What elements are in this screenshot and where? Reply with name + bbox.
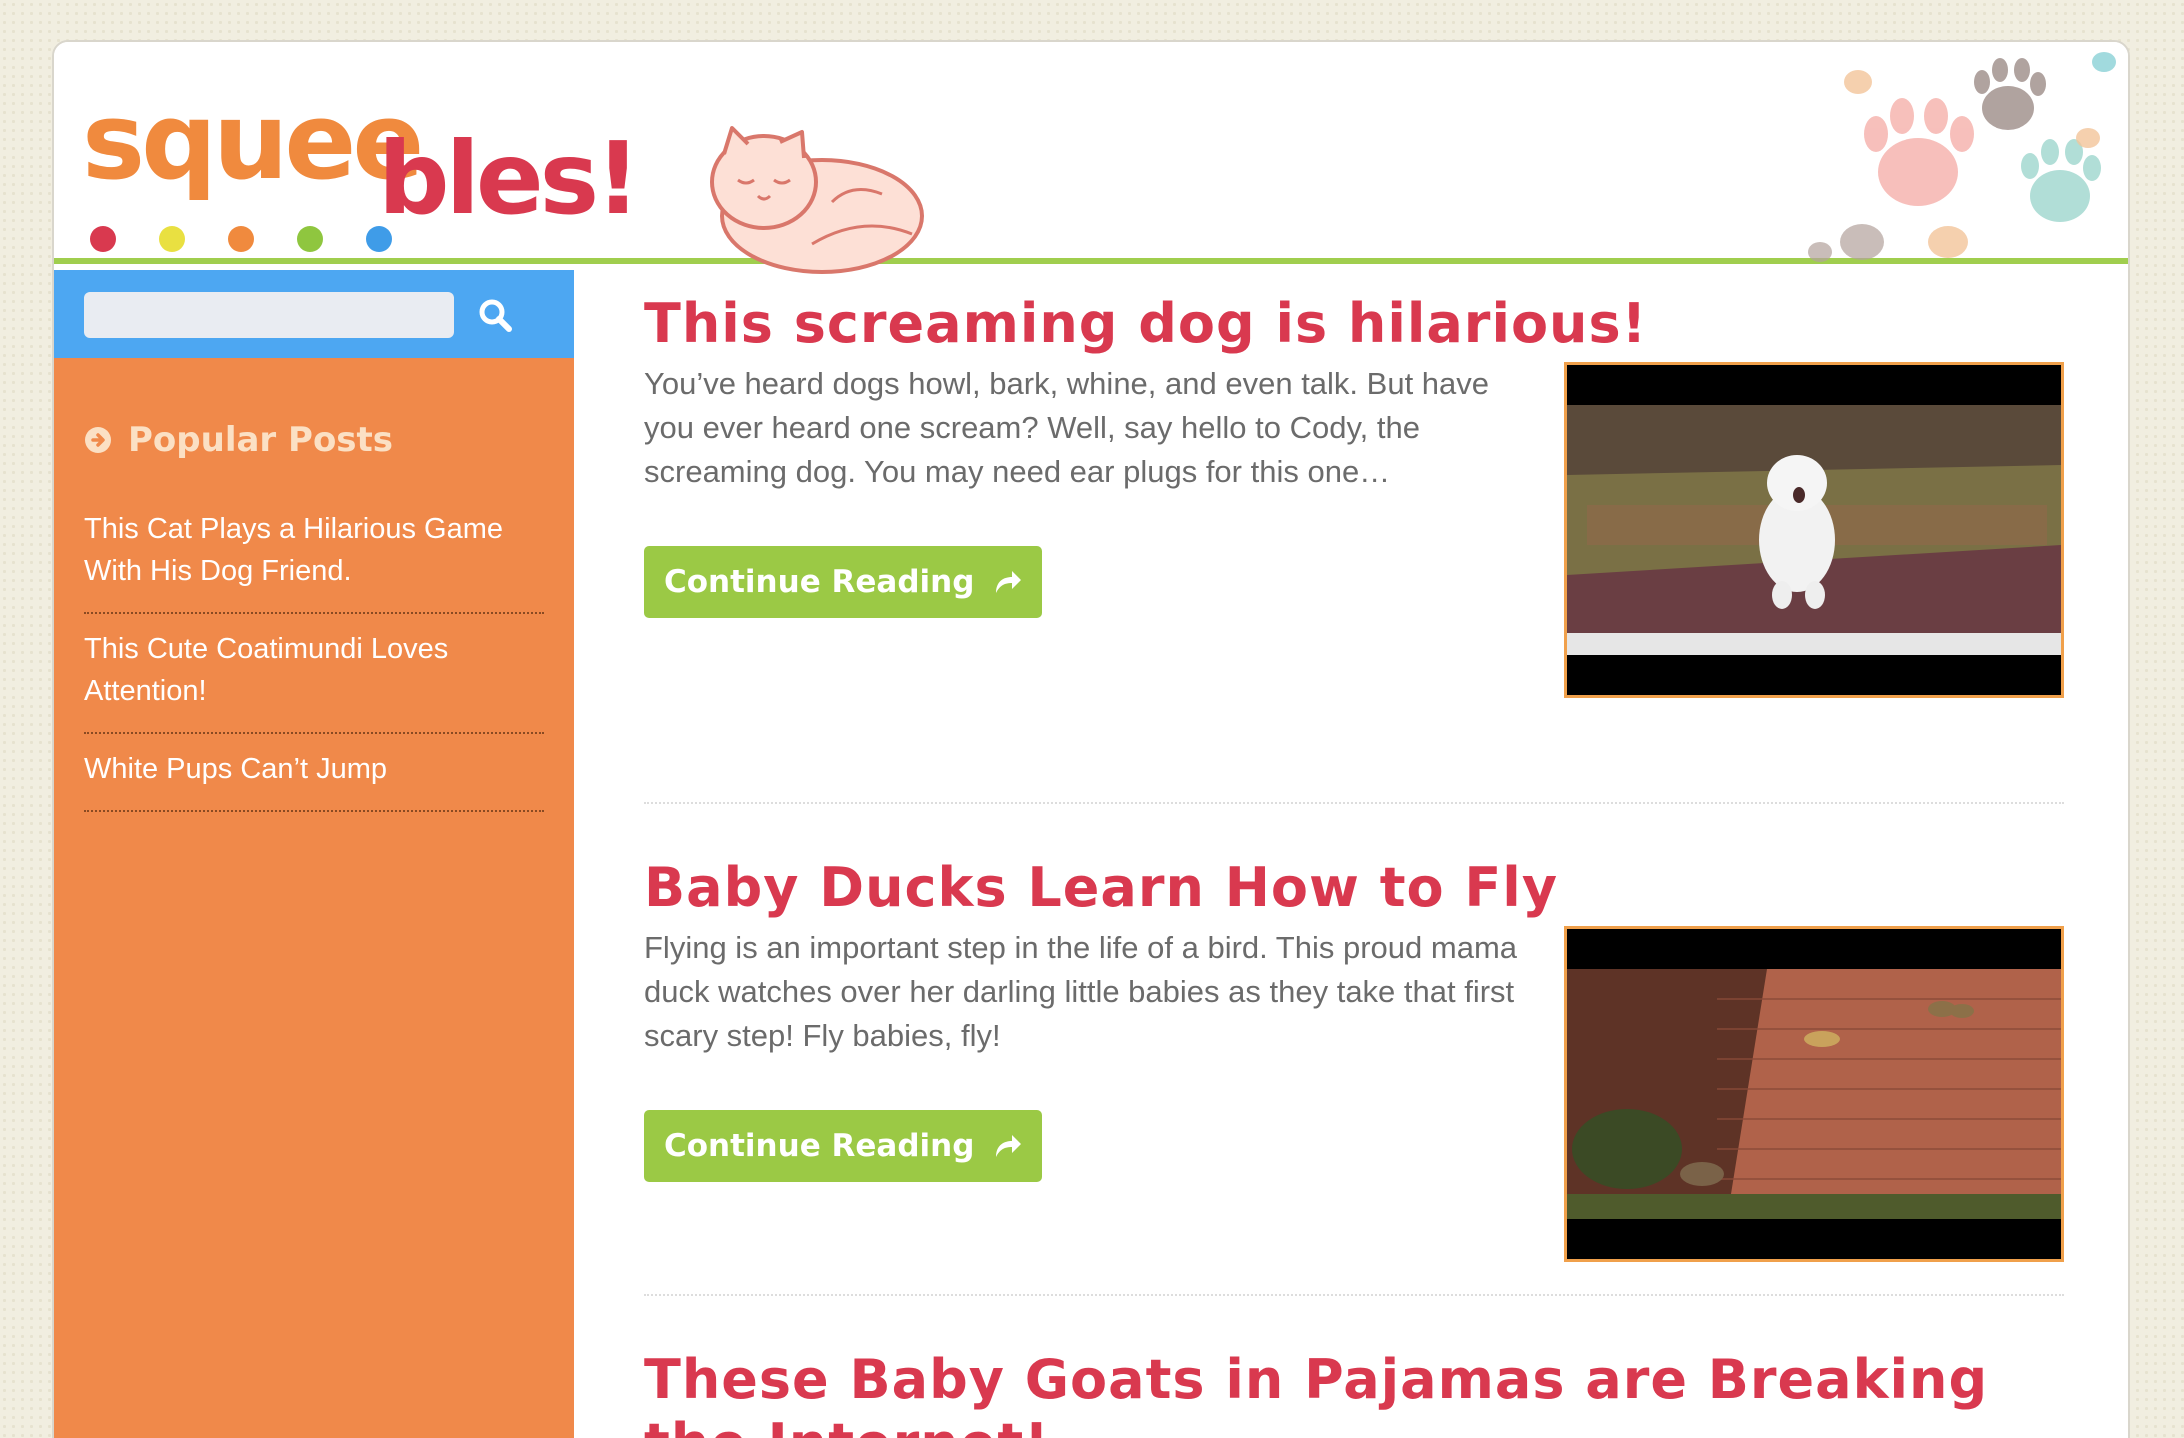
logo-text-bles: bles! [378,120,641,237]
search-button[interactable] [470,292,520,338]
popular-post-link[interactable]: This Cat Plays a Hilarious Game With His… [84,513,503,587]
post-body: Flying is an important step in the life … [644,926,2064,1262]
continue-reading-label: Continue Reading [664,1128,975,1164]
continue-reading-button[interactable]: Continue Reading [644,546,1042,618]
logo-dot [228,226,254,252]
post-item: These Baby Goats in Pajamas are Breaking… [644,1296,2064,1438]
continue-reading-button[interactable]: Continue Reading [644,1110,1042,1182]
search-icon [479,299,512,332]
ducks-video-image [1567,969,2061,1219]
logo-dot [297,226,323,252]
logo-dot [90,226,116,252]
share-arrow-icon [996,571,1021,593]
share-arrow-icon [996,1135,1021,1157]
popular-posts-widget: Popular Posts This Cat Plays a Hilarious… [54,358,574,812]
arrow-circle-right-icon [85,427,111,453]
continue-reading-label: Continue Reading [664,564,975,600]
post-item: Baby Ducks Learn How to Fly Flying is an… [644,804,2064,1296]
post-title[interactable]: Baby Ducks Learn How to Fly [644,856,2064,920]
page-container: squee bles! Popular Posts This Cat Plays… [52,40,2130,1438]
popular-posts-list: This Cat Plays a Hilarious Game With His… [84,494,544,812]
post-thumbnail[interactable] [1564,362,2064,698]
post-body: You’ve heard dogs howl, bark, whine, and… [644,362,2064,698]
paw-prints-decoration [1808,52,2116,262]
list-item: This Cute Coatimundi Loves Attention! [84,614,544,734]
search-bar [54,270,574,358]
logo-dot [366,226,392,252]
list-item: This Cat Plays a Hilarious Game With His… [84,494,544,614]
post-text-column: Flying is an important step in the life … [644,926,1544,1262]
site-header: squee bles! [54,42,2128,274]
post-excerpt: You’ve heard dogs howl, bark, whine, and… [644,366,1490,489]
logo-text-squee: squee [82,80,424,203]
dog-video-image [1567,405,2061,655]
site-logo[interactable]: squee bles! [82,80,942,280]
sleeping-cat-icon [710,126,924,274]
list-item: White Pups Can’t Jump [84,734,544,812]
post-title[interactable]: These Baby Goats in Pajamas are Breaking… [644,1348,2064,1438]
sidebar: Popular Posts This Cat Plays a Hilarious… [54,270,574,1438]
logo-dots [90,226,392,252]
popular-post-link[interactable]: White Pups Can’t Jump [84,753,387,785]
post-item: This screaming dog is hilarious! You’ve … [644,270,2064,804]
popular-post-link[interactable]: This Cute Coatimundi Loves Attention! [84,633,448,707]
search-input[interactable] [84,292,454,338]
widget-title-text: Popular Posts [128,420,394,460]
post-title[interactable]: This screaming dog is hilarious! [644,292,2064,356]
post-thumbnail[interactable] [1564,926,2064,1262]
widget-title: Popular Posts [84,420,544,460]
post-text-column: You’ve heard dogs howl, bark, whine, and… [644,362,1544,698]
logo-dot [159,226,185,252]
post-excerpt: Flying is an important step in the life … [644,930,1518,1053]
post-list: This screaming dog is hilarious! You’ve … [644,270,2064,1438]
